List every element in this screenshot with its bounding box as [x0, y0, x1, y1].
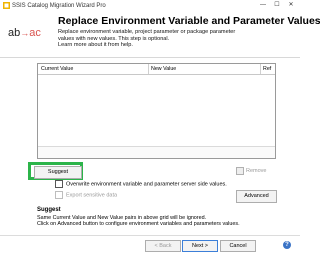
close-icon[interactable]: ✕ [284, 1, 298, 8]
window-title: SSIS Catalog Migration Wizard Pro [12, 3, 106, 9]
remove-icon [236, 166, 244, 175]
overwrite-checkbox-row[interactable]: Overwrite environment variable and param… [55, 180, 227, 188]
column-ref[interactable]: Ref [263, 66, 271, 72]
logo-arrow-icon: → [20, 28, 30, 38]
logo-right-text: ac [29, 27, 41, 39]
advanced-button[interactable]: Advanced [236, 190, 277, 203]
overwrite-label: Overwrite environment variable and param… [66, 181, 227, 188]
page-description: Replace environment variable, project pa… [58, 29, 294, 49]
values-grid[interactable]: Current Value New Value Ref [37, 63, 276, 159]
grid-scrollbar[interactable] [38, 146, 275, 158]
header-divider [0, 57, 300, 58]
suggest-info-title: Suggest [37, 207, 61, 213]
export-checkbox-row[interactable]: Export sensitive data [55, 191, 117, 199]
suggest-info-line: Click on Advanced button to configure en… [37, 221, 240, 228]
help-icon[interactable]: ? [283, 241, 291, 249]
grid-header: Current Value New Value Ref [38, 64, 275, 75]
remove-label: Remove [246, 168, 267, 174]
app-icon [3, 2, 10, 9]
maximize-icon[interactable]: ☐ [270, 1, 284, 8]
logo-left-text: ab [8, 27, 21, 39]
suggest-info-text: Same Current Value and New Value pairs i… [37, 215, 292, 228]
description-line: Learn more about it from help. [58, 42, 133, 49]
column-divider [260, 64, 261, 74]
column-divider [148, 64, 149, 74]
column-new-value[interactable]: New Value [151, 66, 176, 72]
replace-logo: ab→ac [8, 27, 41, 39]
description-line: values with new values. This step is opt… [58, 35, 170, 42]
next-button[interactable]: Next > [182, 240, 218, 252]
export-checkbox[interactable] [55, 191, 63, 199]
description-line: Replace environment variable, project pa… [58, 29, 236, 35]
remove-button[interactable]: Remove [236, 166, 275, 177]
cancel-button[interactable]: Cancel [220, 240, 256, 252]
column-current-value[interactable]: Current Value [41, 66, 73, 72]
window-controls: — ☐ ✕ [256, 1, 298, 8]
export-label: Export sensitive data [66, 192, 118, 199]
page-title: Replace Environment Variable and Paramet… [58, 15, 320, 27]
title-bar: SSIS Catalog Migration Wizard Pro — ☐ ✕ [0, 0, 300, 13]
back-button[interactable]: < Back [145, 240, 181, 252]
footer-divider [0, 235, 300, 236]
suggest-button[interactable]: Suggest [34, 166, 82, 179]
minimize-icon[interactable]: — [256, 2, 270, 8]
overwrite-checkbox[interactable] [55, 180, 63, 188]
